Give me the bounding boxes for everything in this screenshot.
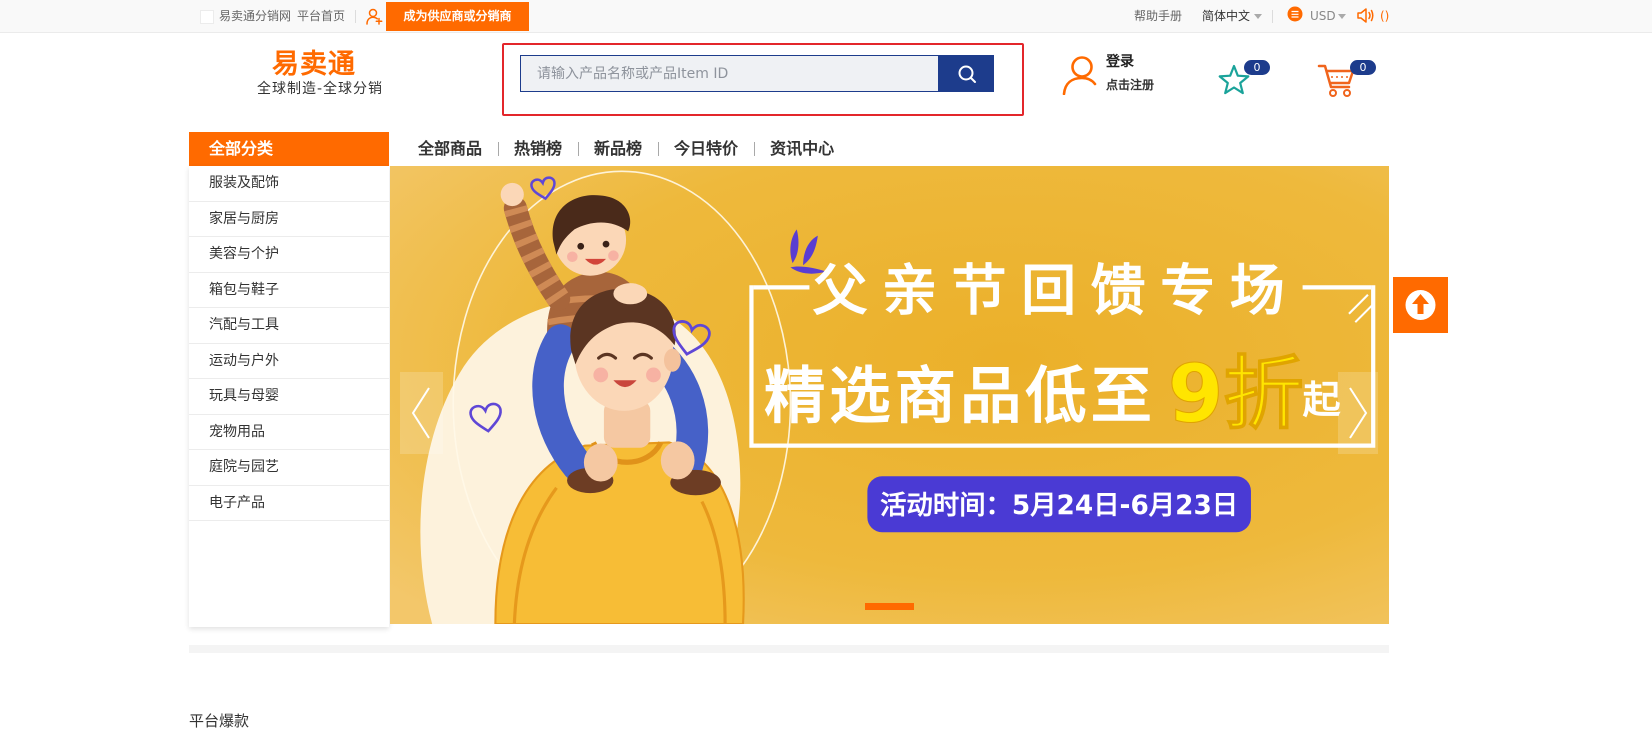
nav-daily-deals[interactable]: 今日特价	[674, 132, 738, 166]
category-item[interactable]: 运动与户外	[189, 344, 389, 379]
divider	[355, 10, 356, 23]
category-item[interactable]: 电子产品	[189, 486, 389, 521]
help-link[interactable]: 帮助手册	[1134, 0, 1182, 32]
chevron-down-icon[interactable]	[1338, 14, 1346, 19]
login-link[interactable]: 登录	[1106, 53, 1134, 71]
main-nav: 全部商品 热销榜 新品榜 今日特价 资讯中心	[418, 132, 834, 166]
banner-prev-button[interactable]	[400, 372, 443, 454]
category-item[interactable]: 家居与厨房	[189, 202, 389, 237]
logo-slogan: 全球制造-全球分销	[257, 81, 384, 97]
section-title: 平台爆款	[189, 712, 250, 730]
logo[interactable]: 易卖通	[272, 50, 356, 80]
banner-pagination-dot[interactable]	[865, 603, 914, 610]
banner-promo-text: 精选商品低至	[764, 361, 1156, 432]
nav-news-center[interactable]: 资讯中心	[770, 132, 834, 166]
notice-count[interactable]: ()	[1380, 0, 1389, 32]
search-icon	[958, 65, 976, 83]
chevron-down-icon[interactable]	[1254, 14, 1262, 19]
banner-next-button[interactable]	[1338, 372, 1378, 454]
section-divider	[189, 645, 1389, 653]
coin-icon	[1287, 6, 1303, 22]
register-link[interactable]: 点击注册	[1106, 77, 1154, 93]
user-icon[interactable]	[1061, 55, 1099, 95]
category-item[interactable]: 庭院与园艺	[189, 450, 389, 486]
nav-divider	[498, 142, 500, 156]
category-item[interactable]: 服装及配饰	[189, 166, 389, 202]
nav-all-products[interactable]: 全部商品	[418, 132, 482, 166]
father-hand	[583, 443, 618, 482]
scroll-to-top-button[interactable]	[1393, 277, 1448, 333]
banner-promo-highlight: 9折	[1168, 347, 1304, 440]
top-bar: 易卖通分销网 平台首页 成为供应商或分销商 帮助手册 简体中文 USD ()	[0, 0, 1652, 33]
divider	[1272, 10, 1273, 23]
nav-divider	[658, 142, 660, 156]
nav-best-sellers[interactable]: 热销榜	[514, 132, 562, 166]
nav-new-arrivals[interactable]: 新品榜	[594, 132, 642, 166]
home-link[interactable]: 平台首页	[297, 0, 345, 32]
site-name-link[interactable]: 易卖通分销网	[219, 0, 291, 32]
banner-title: 父亲节回馈专场	[813, 258, 1300, 322]
chevron-right-icon	[1349, 387, 1368, 439]
all-categories-header[interactable]: 全部分类	[189, 132, 389, 166]
promo-banner[interactable]: 父亲节回馈专场 精选商品低至 9折 起 活动时间：5月24日-6月23日	[390, 166, 1389, 624]
currency-selector[interactable]: USD	[1310, 0, 1336, 32]
search-input[interactable]	[520, 55, 939, 92]
favorites-count-badge: 0	[1244, 60, 1270, 75]
speaker-icon[interactable]	[1356, 7, 1374, 24]
banner-artwork: 父亲节回馈专场 精选商品低至 9折 起 活动时间：5月24日-6月23日	[390, 166, 1389, 624]
site-favicon-icon	[200, 10, 214, 24]
language-selector[interactable]: 简体中文	[1202, 0, 1250, 32]
category-item[interactable]: 汽配与工具	[189, 308, 389, 344]
nav-divider	[754, 142, 756, 156]
category-item[interactable]: 玩具与母婴	[189, 379, 389, 415]
add-user-icon[interactable]	[366, 8, 383, 25]
cart-count-badge: 0	[1350, 60, 1376, 75]
category-item[interactable]: 美容与个护	[189, 237, 389, 273]
banner-promo-suffix: 起	[1303, 378, 1342, 422]
category-item[interactable]: 宠物用品	[189, 415, 389, 450]
nav-divider	[578, 142, 580, 156]
category-item[interactable]: 箱包与鞋子	[189, 273, 389, 308]
banner-event-time: 活动时间：5月24日-6月23日	[880, 491, 1238, 521]
father-hand	[660, 441, 695, 480]
arrow-up-icon	[1405, 290, 1436, 320]
become-supplier-button[interactable]: 成为供应商或分销商	[386, 2, 529, 31]
chevron-left-icon	[411, 387, 430, 439]
search-button[interactable]	[939, 55, 994, 92]
category-sidebar: 服装及配饰 家居与厨房 美容与个护 箱包与鞋子 汽配与工具 运动与户外 玩具与母…	[189, 166, 389, 627]
